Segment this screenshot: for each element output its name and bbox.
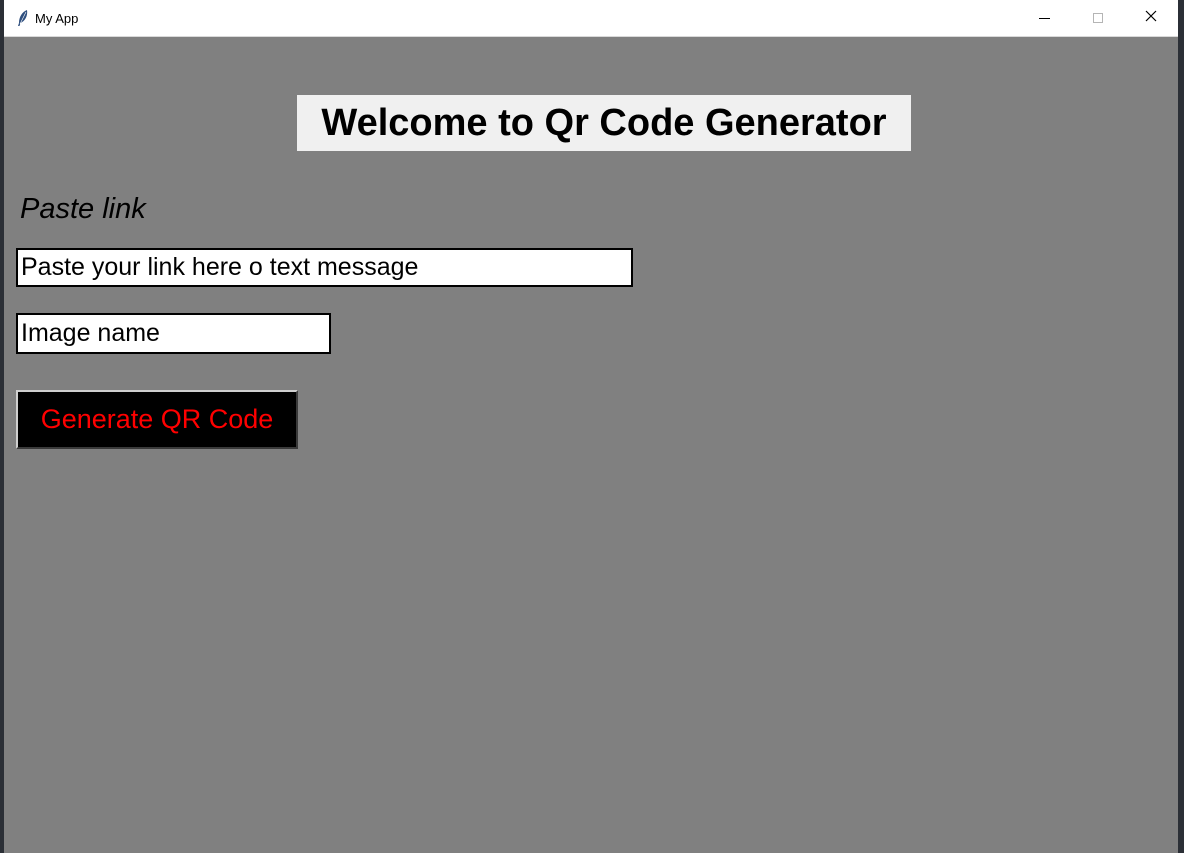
close-button[interactable] <box>1124 0 1178 36</box>
maximize-icon <box>1093 13 1103 23</box>
window-title: My App <box>35 11 79 26</box>
generate-qr-button[interactable]: Generate QR Code <box>16 390 298 449</box>
feather-icon <box>16 9 30 27</box>
page-title: Welcome to Qr Code Generator <box>297 95 911 151</box>
close-icon <box>1145 9 1157 27</box>
link-input[interactable] <box>16 248 633 287</box>
paste-link-label: Paste link <box>20 193 146 225</box>
minimize-button[interactable] <box>1017 0 1071 36</box>
desktop-background <box>1178 0 1184 853</box>
image-name-input[interactable] <box>16 313 331 354</box>
main-content: Welcome to Qr Code Generator Paste link … <box>4 37 1178 853</box>
minimize-icon <box>1038 17 1050 19</box>
app-window: My App Welcome to Qr Code Generator Past… <box>4 0 1178 853</box>
title-bar[interactable]: My App <box>4 0 1178 37</box>
maximize-button[interactable] <box>1071 0 1125 36</box>
